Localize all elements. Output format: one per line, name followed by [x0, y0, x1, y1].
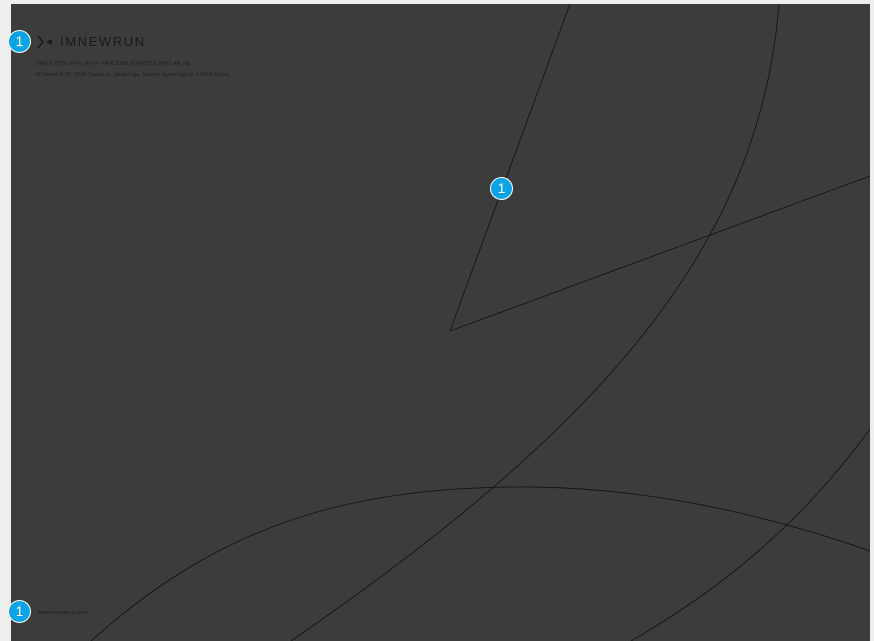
- right-edge-arc: [630, 428, 870, 641]
- canvas: IMNEWRUN 14419 경기도 수원시 장안구 서부로 2066 성균관대…: [0, 0, 874, 641]
- address-english: N Center A-5F, 2066 Seobu-ro, Jangan-gu,…: [36, 72, 230, 78]
- decorative-line-art: [90, 4, 870, 641]
- angled-line-upper: [449, 4, 571, 332]
- website-url[interactable]: www.imnewrun.com: [38, 610, 89, 616]
- annotation-marker-top-left: 1: [8, 30, 31, 53]
- brand-name: IMNEWRUN: [60, 34, 146, 49]
- annotation-marker-center: 1: [490, 177, 513, 200]
- brand-logo: IMNEWRUN: [36, 34, 146, 49]
- angled-line-lower: [449, 175, 870, 332]
- arrowhead-bracket-icon: [37, 34, 52, 49]
- bottom-arc: [90, 486, 870, 641]
- annotation-marker-bottom-left: 1: [8, 600, 31, 623]
- letterhead-sheet: IMNEWRUN 14419 경기도 수원시 장안구 서부로 2066 성균관대…: [11, 4, 870, 641]
- address-korean: 14419 경기도 수원시 장안구 서부로 2066 성균관대학교 N센터 A동…: [36, 61, 191, 67]
